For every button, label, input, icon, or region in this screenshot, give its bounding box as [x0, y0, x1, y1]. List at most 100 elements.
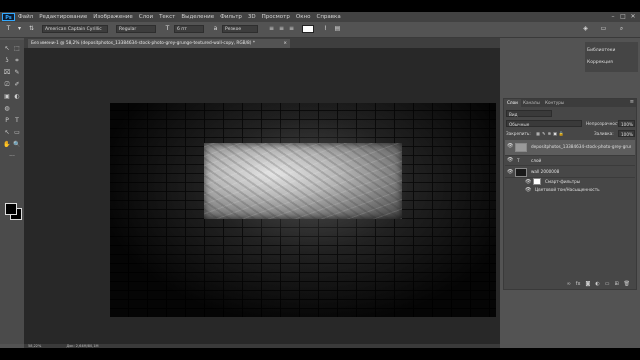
layer-name[interactable]: слой [531, 158, 541, 163]
adjustment-icon[interactable]: ◐ [595, 281, 599, 287]
document-tab[interactable]: Без имени-1 @ 58,2% (depositphotos_13384… [28, 39, 290, 48]
tools-panel: ↖ ⬚ ʖ ⌗ ⌧ ✎ ⎚ ✐ ▣ ◐ ◍ P T ↖ ▭ ✋ 🔍 ··· [0, 40, 24, 344]
menu-filter[interactable]: Фильтр [220, 14, 242, 20]
menu-select[interactable]: Выделение [181, 14, 214, 20]
zoom-tool-icon[interactable]: 🔍 [12, 140, 22, 149]
mask-icon[interactable]: ◙ [585, 281, 590, 287]
group-icon[interactable]: ▭ [605, 281, 610, 287]
type-tool-icon[interactable]: T [5, 25, 12, 33]
stamp-tool-icon[interactable]: ▣ [2, 92, 12, 101]
hue-saturation-row[interactable]: 👁 Цветовой тон/Насыщенность [505, 186, 635, 194]
panel-menu-icon[interactable]: ≡ [630, 99, 634, 105]
layer-row[interactable]: 👁 T слой [505, 156, 635, 166]
link-icon[interactable]: ∞ [567, 281, 571, 287]
layers-panel-footer: ∞ fx ◙ ◐ ▭ ⊞ 🗑 [505, 280, 635, 288]
blend-mode-select[interactable]: Обычные [506, 120, 582, 127]
text-orientation-icon[interactable]: ⇅ [28, 25, 35, 33]
menu-3d[interactable]: 3D [248, 14, 256, 20]
lasso-tool-icon[interactable]: ʖ [2, 56, 12, 65]
character-panel-icon[interactable]: ▤ [334, 25, 341, 33]
quick-select-tool-icon[interactable]: ⌗ [12, 56, 22, 65]
libraries-panel-button[interactable]: Библиотеки [587, 48, 615, 53]
close-icon[interactable]: ✕ [628, 12, 638, 22]
search-icon[interactable]: ⌕ [618, 25, 625, 33]
font-style-select[interactable]: Regular [116, 25, 156, 33]
healing-tool-icon[interactable]: ⎚ [2, 80, 12, 89]
filter-mask-thumbnail [533, 178, 541, 185]
fill-label: Заливка: [594, 131, 614, 136]
status-bar: 58,22% Док: 2,64М/80,1М [24, 344, 500, 348]
align-center-icon[interactable]: ≡ [278, 25, 285, 33]
hand-tool-icon[interactable]: ✋ [2, 140, 12, 149]
menu-help[interactable]: Справка [316, 14, 340, 20]
eye-icon[interactable]: 👁 [507, 157, 513, 163]
align-right-icon[interactable]: ≡ [288, 25, 295, 33]
fill-input[interactable]: 100% [618, 130, 635, 137]
warp-text-icon[interactable]: ⌇ [322, 25, 329, 33]
fx-icon[interactable]: fx [576, 281, 581, 287]
type-tool-icon[interactable]: T [12, 116, 22, 125]
maximize-icon[interactable]: □ [618, 12, 628, 22]
path-select-tool-icon[interactable]: ↖ [2, 128, 12, 137]
grunge-plaster-layer-image [204, 143, 402, 219]
tab-layers[interactable]: Слои [504, 99, 521, 107]
menu-edit[interactable]: Редактирование [39, 14, 87, 20]
menu-type[interactable]: Текст [159, 14, 175, 20]
history-brush-tool-icon[interactable]: ◐ [12, 92, 22, 101]
crop-tool-icon[interactable]: ⌧ [2, 68, 12, 77]
align-left-icon[interactable]: ≡ [268, 25, 275, 33]
lock-label: Закрепить: [506, 131, 531, 136]
font-family-select[interactable]: American Captain Cyrillic [42, 25, 108, 33]
more-tools-icon[interactable]: ··· [7, 152, 17, 161]
menu-image[interactable]: Изображение [93, 14, 133, 20]
document-tab-title: Без имени-1 @ 58,2% (depositphotos_13384… [31, 41, 255, 46]
window-controls: – □ ✕ [608, 12, 638, 22]
text-color-swatch[interactable] [302, 25, 314, 33]
menu-layers[interactable]: Слои [139, 14, 153, 20]
eyedropper-tool-icon[interactable]: ✎ [12, 68, 22, 77]
layer-name[interactable]: wall 2000008 [531, 169, 559, 174]
layers-panel-tabs: Слои Каналы Контуры ≡ [504, 99, 636, 107]
layer-row[interactable]: 👁 depositphotos_13384634-stock-photo-gre… [505, 140, 635, 156]
antialias-icon: a [213, 25, 218, 32]
shape-tool-icon[interactable]: ▭ [12, 128, 22, 137]
layer-row[interactable]: 👁 wall 2000008 [505, 166, 635, 178]
workspace-icon[interactable]: ▭ [600, 25, 607, 33]
menu-file[interactable]: Файл [18, 14, 33, 20]
eye-icon[interactable]: 👁 [507, 169, 513, 175]
dodge-tool-icon[interactable]: ◍ [2, 104, 12, 113]
chevron-down-icon[interactable]: ▾ [16, 25, 23, 33]
marquee-tool-icon[interactable]: ⬚ [12, 44, 22, 53]
eye-icon[interactable]: 👁 [525, 179, 531, 185]
opacity-input[interactable]: 100% [618, 120, 635, 127]
move-tool-icon[interactable]: ↖ [2, 44, 12, 53]
layer-name[interactable]: depositphotos_13384634-stock-photo-grey-… [531, 144, 631, 149]
text-layer-icon: T [517, 158, 520, 163]
trash-icon[interactable]: 🗑 [624, 281, 630, 287]
menu-window[interactable]: Окно [296, 14, 311, 20]
layer-thumbnail [515, 143, 527, 152]
eye-icon[interactable]: 👁 [525, 187, 531, 193]
minimize-icon[interactable]: – [608, 12, 618, 22]
adjustments-panel-button[interactable]: Коррекция [587, 60, 613, 65]
layer-filter-select[interactable]: Вид [506, 110, 552, 117]
tab-paths[interactable]: Контуры [542, 99, 567, 107]
smart-filters-label[interactable]: Смарт-фильтры [545, 179, 580, 184]
3d-icon[interactable]: ◈ [582, 25, 589, 33]
tab-channels[interactable]: Каналы [520, 99, 543, 107]
smart-filters-row[interactable]: 👁 Смарт-фильтры [505, 178, 635, 186]
document-size-readout: Док: 2,64М/80,1М [66, 344, 99, 348]
eye-icon[interactable]: 👁 [507, 143, 513, 149]
lock-icons[interactable]: ▦✎⊕▣🔒 [536, 130, 566, 137]
menu-view[interactable]: Просмотр [262, 14, 290, 20]
pen-tool-icon[interactable]: P [2, 116, 12, 125]
foreground-color-swatch[interactable] [5, 203, 17, 215]
brush-tool-icon[interactable]: ✐ [12, 80, 22, 89]
canvas-area[interactable] [24, 48, 500, 344]
antialias-select[interactable]: Резкое [222, 25, 258, 33]
zoom-readout[interactable]: 58,22% [28, 344, 41, 348]
new-layer-icon[interactable]: ⊞ [614, 281, 618, 287]
hue-saturation-label[interactable]: Цветовой тон/Насыщенность [535, 187, 600, 192]
close-tab-icon[interactable]: × [283, 39, 287, 48]
font-size-select[interactable]: 6 пт [174, 25, 204, 33]
